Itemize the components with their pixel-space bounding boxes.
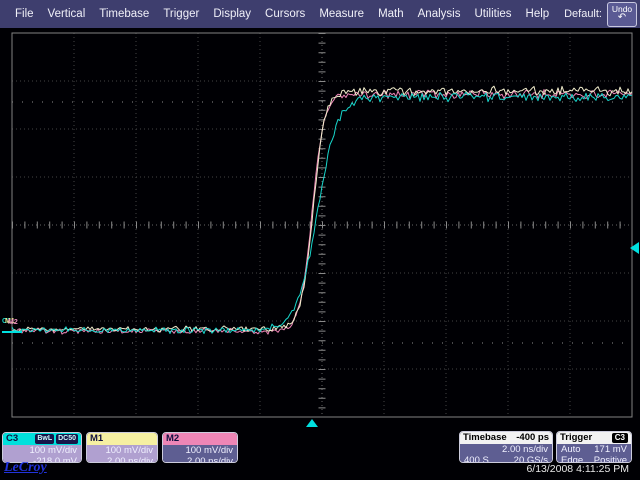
timebase-samples: 400 S: [464, 456, 489, 463]
trigger-header: Trigger C3: [557, 432, 631, 444]
timebase-rate: 20 GS/s: [514, 456, 548, 463]
channel-c3-header: C3 BwL DC50: [3, 433, 81, 445]
timebase-delay: -400 ps: [516, 433, 549, 443]
trace-m2-header: M2: [163, 433, 237, 445]
trace-m2-label: M2: [166, 434, 179, 444]
trigger-position-marker[interactable]: [306, 419, 318, 427]
channel-c3-descriptor[interactable]: C3 BwL DC50 100 mV/div -218.0 mV: [2, 432, 82, 463]
clock-timestamp: 6/13/2008 4:11:25 PM: [526, 463, 629, 475]
trace-m1-descriptor[interactable]: M1 100 mV/div 2.00 ns/div: [86, 432, 158, 463]
channel-c3-label: C3: [6, 434, 18, 444]
trigger-title: Trigger: [560, 433, 592, 443]
lecroy-logo: LeCroy: [4, 461, 47, 475]
ground-label-m2[interactable]: M2: [8, 319, 18, 326]
waveform-display: [0, 0, 640, 480]
timebase-body: 2.00 ns/div 400 S 20 GS/s: [460, 444, 552, 463]
trigger-source-badge: C3: [612, 433, 628, 443]
trace-m2-timebase: 2.00 ns/div: [167, 457, 233, 463]
trigger-body: Auto 171 mV Edge Positive: [557, 444, 631, 463]
bwl-badge: BwL: [35, 434, 54, 443]
timebase-title: Timebase: [463, 433, 507, 443]
timebase-descriptor[interactable]: Timebase -400 ps 2.00 ns/div 400 S 20 GS…: [459, 431, 553, 463]
oscilloscope-screen: File Vertical Timebase Trigger Display C…: [0, 0, 640, 480]
dc50-badge: DC50: [56, 434, 78, 443]
trigger-descriptor[interactable]: Trigger C3 Auto 171 mV Edge Positive: [556, 431, 632, 463]
trace-m2-body: 100 mV/div 2.00 ns/div: [163, 445, 237, 463]
trace-m1-timebase: 2.00 ns/div: [91, 457, 153, 463]
trace-m1-body: 100 mV/div 2.00 ns/div: [87, 445, 157, 463]
trace-m1-label: M1: [90, 434, 103, 444]
timebase-header: Timebase -400 ps: [460, 432, 552, 444]
trace-m1-header: M1: [87, 433, 157, 445]
trigger-level-marker[interactable]: [630, 242, 639, 254]
trigger-type: Edge: [561, 456, 583, 463]
trigger-slope: Positive: [594, 456, 627, 463]
trace-m2-descriptor[interactable]: M2 100 mV/div 2.00 ns/div: [162, 432, 238, 463]
